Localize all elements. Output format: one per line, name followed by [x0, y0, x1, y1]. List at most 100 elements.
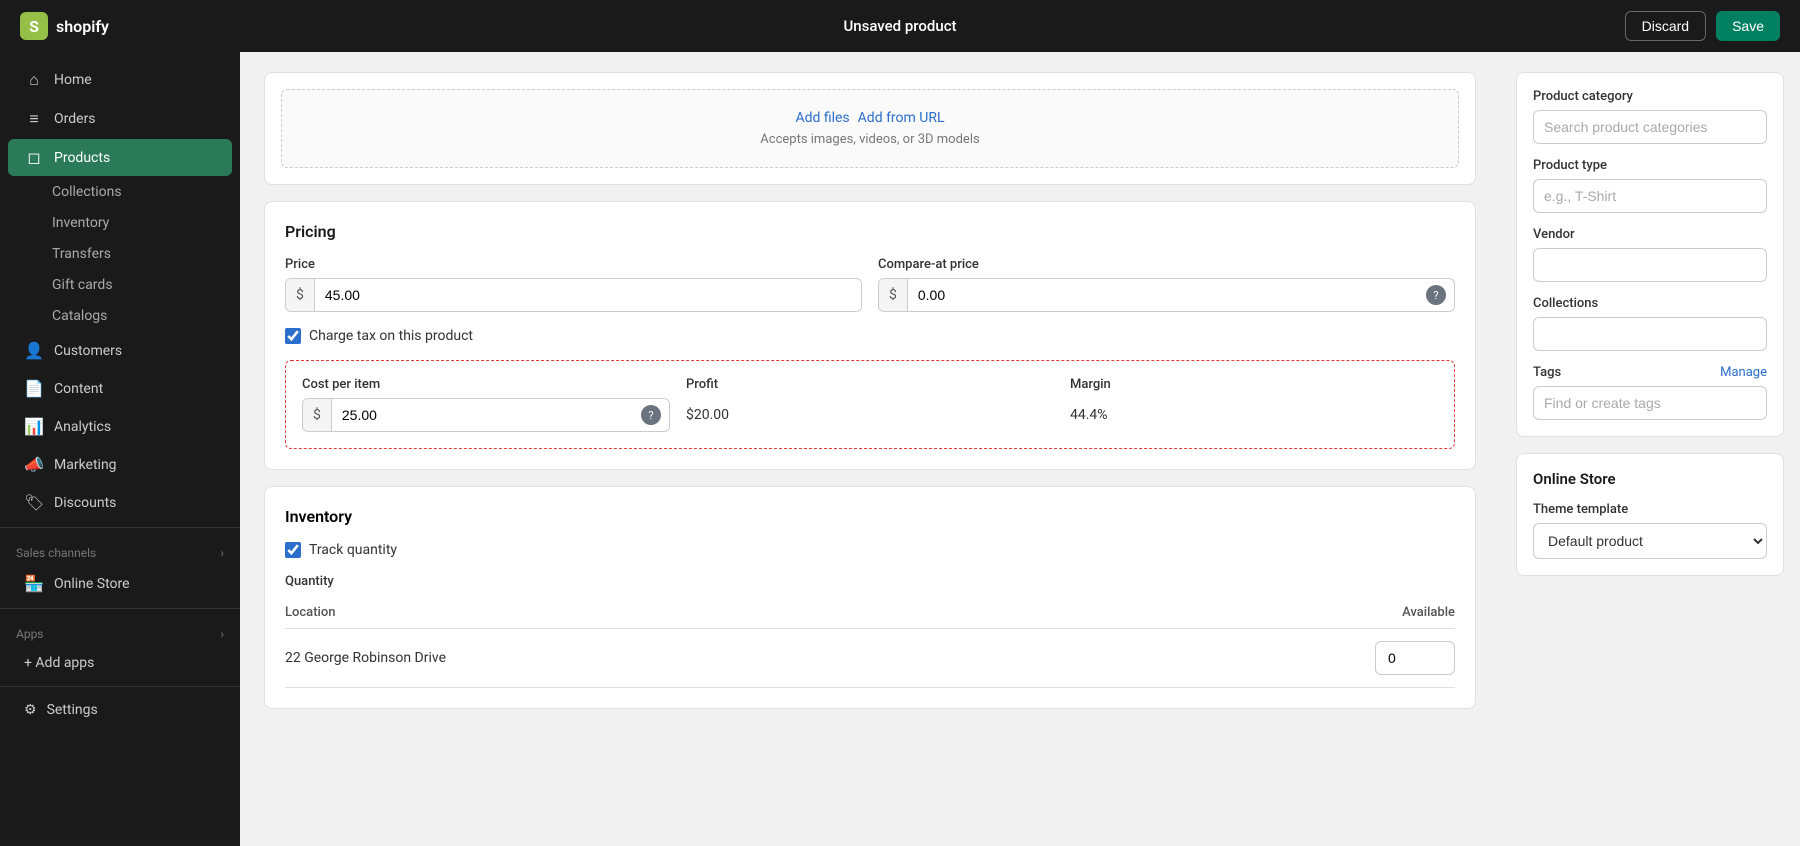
track-quantity-checkbox[interactable]: [285, 542, 301, 558]
theme-template-select[interactable]: Default productCustom product: [1533, 523, 1767, 559]
quantity-col-location: Location: [285, 597, 1067, 629]
chevron-right-icon: ›: [220, 546, 224, 560]
compare-help-icon[interactable]: ?: [1426, 285, 1446, 305]
shopify-logo: S shopify: [20, 12, 109, 40]
product-category-input[interactable]: [1533, 110, 1767, 144]
discard-button[interactable]: Discard: [1625, 11, 1706, 41]
sidebar-item-content[interactable]: 📄 Content: [8, 370, 232, 407]
discounts-icon: 🏷: [24, 493, 44, 512]
cost-help-icon[interactable]: ?: [641, 405, 661, 425]
sidebar-item-discounts[interactable]: 🏷 Discounts: [8, 484, 232, 521]
sidebar-item-orders-label: Orders: [54, 111, 96, 127]
tags-input[interactable]: [1533, 386, 1767, 420]
add-from-url-link[interactable]: Add from URL: [858, 110, 945, 126]
sidebar-item-gift-cards[interactable]: Gift cards: [44, 270, 240, 300]
products-icon: ◻: [24, 148, 44, 167]
price-row: Price $ Compare-at price $ ?: [285, 257, 1455, 312]
price-input-wrapper: $: [285, 278, 862, 312]
product-type-label: Product type: [1533, 158, 1767, 173]
sidebar-item-add-apps[interactable]: + Add apps: [8, 646, 232, 680]
product-category-label: Product category: [1533, 89, 1767, 104]
sidebar-item-catalogs[interactable]: Catalogs: [44, 301, 240, 331]
topbar-actions: Discard Save: [1625, 11, 1780, 41]
pricing-title: Pricing: [285, 222, 1455, 241]
media-upload-links: Add files Add from URL: [302, 110, 1438, 126]
cost-section: Cost per item $ ? Profit $20.00: [285, 360, 1455, 449]
margin-value: 44.4%: [1070, 398, 1438, 432]
sidebar-item-customers[interactable]: 👤 Customers: [8, 332, 232, 369]
sidebar-item-online-store-label: Online Store: [54, 576, 130, 592]
price-prefix: $: [286, 279, 315, 311]
compare-price-label: Compare-at price: [878, 257, 1455, 272]
sidebar-item-settings-label: Settings: [47, 702, 98, 718]
sidebar-item-home[interactable]: ⌂ Home: [8, 61, 232, 99]
online-store-card: Online Store Theme template Default prod…: [1516, 453, 1784, 576]
quantity-input[interactable]: [1375, 641, 1455, 675]
save-button[interactable]: Save: [1716, 11, 1780, 41]
main-panel: Add files Add from URL Accepts images, v…: [240, 52, 1500, 846]
main-layout: ⌂ Home ≡ Orders ◻ Products Collections I…: [0, 52, 1800, 846]
pricing-card: Pricing Price $ Compare-at price $: [264, 201, 1476, 470]
media-card: Add files Add from URL Accepts images, v…: [264, 72, 1476, 185]
product-type-input[interactable]: [1533, 179, 1767, 213]
theme-template-label: Theme template: [1533, 502, 1767, 517]
collections-label: Collections: [1533, 296, 1767, 311]
inventory-card: Inventory Track quantity Quantity Locati…: [264, 486, 1476, 709]
sidebar-item-analytics[interactable]: 📊 Analytics: [8, 408, 232, 445]
tags-label: Tags: [1533, 365, 1561, 380]
sidebar-item-settings[interactable]: ⚙ Settings: [8, 693, 232, 727]
collections-input[interactable]: [1533, 317, 1767, 351]
analytics-icon: 📊: [24, 417, 44, 436]
sidebar-item-inventory[interactable]: Inventory: [44, 208, 240, 238]
price-label: Price: [285, 257, 862, 272]
sidebar-item-products-label: Products: [54, 150, 110, 166]
compare-price-input-wrapper: $ ?: [878, 278, 1455, 312]
cost-per-item-label: Cost per item: [302, 377, 670, 392]
manage-tags-link[interactable]: Manage: [1720, 365, 1767, 380]
charge-tax-checkbox[interactable]: [285, 328, 301, 344]
profit-value: $20.00: [686, 398, 1054, 432]
price-input[interactable]: [315, 279, 861, 311]
product-org-card: Product category Product type Vendor Col…: [1516, 72, 1784, 437]
track-quantity-label: Track quantity: [309, 542, 397, 558]
track-quantity-row: Track quantity: [285, 542, 1455, 558]
charge-tax-label: Charge tax on this product: [309, 328, 473, 344]
sidebar-products-sub: Collections Inventory Transfers Gift car…: [0, 177, 240, 331]
shopify-logo-icon: S: [20, 12, 48, 40]
profit-field: Profit $20.00: [686, 377, 1054, 432]
sales-channels-label: Sales channels: [16, 546, 96, 560]
content-icon: 📄: [24, 379, 44, 398]
sidebar-item-products[interactable]: ◻ Products: [8, 139, 232, 176]
right-panel: Product category Product type Vendor Col…: [1500, 52, 1800, 846]
vendor-label: Vendor: [1533, 227, 1767, 242]
add-files-link[interactable]: Add files: [795, 110, 849, 126]
quantity-section-label: Quantity: [285, 574, 1455, 589]
sidebar-item-content-label: Content: [54, 381, 103, 397]
sidebar-item-transfers[interactable]: Transfers: [44, 239, 240, 269]
charge-tax-row: Charge tax on this product: [285, 328, 1455, 344]
marketing-icon: 📣: [24, 455, 44, 474]
sales-channels-section: Sales channels ›: [0, 534, 240, 564]
sidebar-item-online-store[interactable]: 🏪 Online Store: [8, 565, 232, 602]
cost-per-item-field: Cost per item $ ?: [302, 377, 670, 432]
sidebar-divider-3: [0, 686, 240, 687]
page-title: Unsaved product: [843, 17, 956, 35]
customers-icon: 👤: [24, 341, 44, 360]
sidebar-item-orders[interactable]: ≡ Orders: [8, 100, 232, 138]
media-upload-hint: Accepts images, videos, or 3D models: [302, 132, 1438, 147]
sidebar-item-customers-label: Customers: [54, 343, 122, 359]
profit-label: Profit: [686, 377, 1054, 392]
compare-price-field: Compare-at price $ ?: [878, 257, 1455, 312]
vendor-input[interactable]: [1533, 248, 1767, 282]
sidebar-item-marketing-label: Marketing: [54, 457, 117, 473]
sidebar-item-marketing[interactable]: 📣 Marketing: [8, 446, 232, 483]
tags-header: Tags Manage: [1533, 365, 1767, 380]
compare-price-input[interactable]: [908, 279, 1426, 311]
sidebar-item-analytics-label: Analytics: [54, 419, 111, 435]
sidebar-item-collections[interactable]: Collections: [44, 177, 240, 207]
cost-input-wrapper: $ ?: [302, 398, 670, 432]
apps-section: Apps ›: [0, 615, 240, 645]
content-area: Add files Add from URL Accepts images, v…: [240, 52, 1800, 846]
topbar-left: S shopify: [20, 12, 109, 40]
cost-input[interactable]: [332, 399, 641, 431]
